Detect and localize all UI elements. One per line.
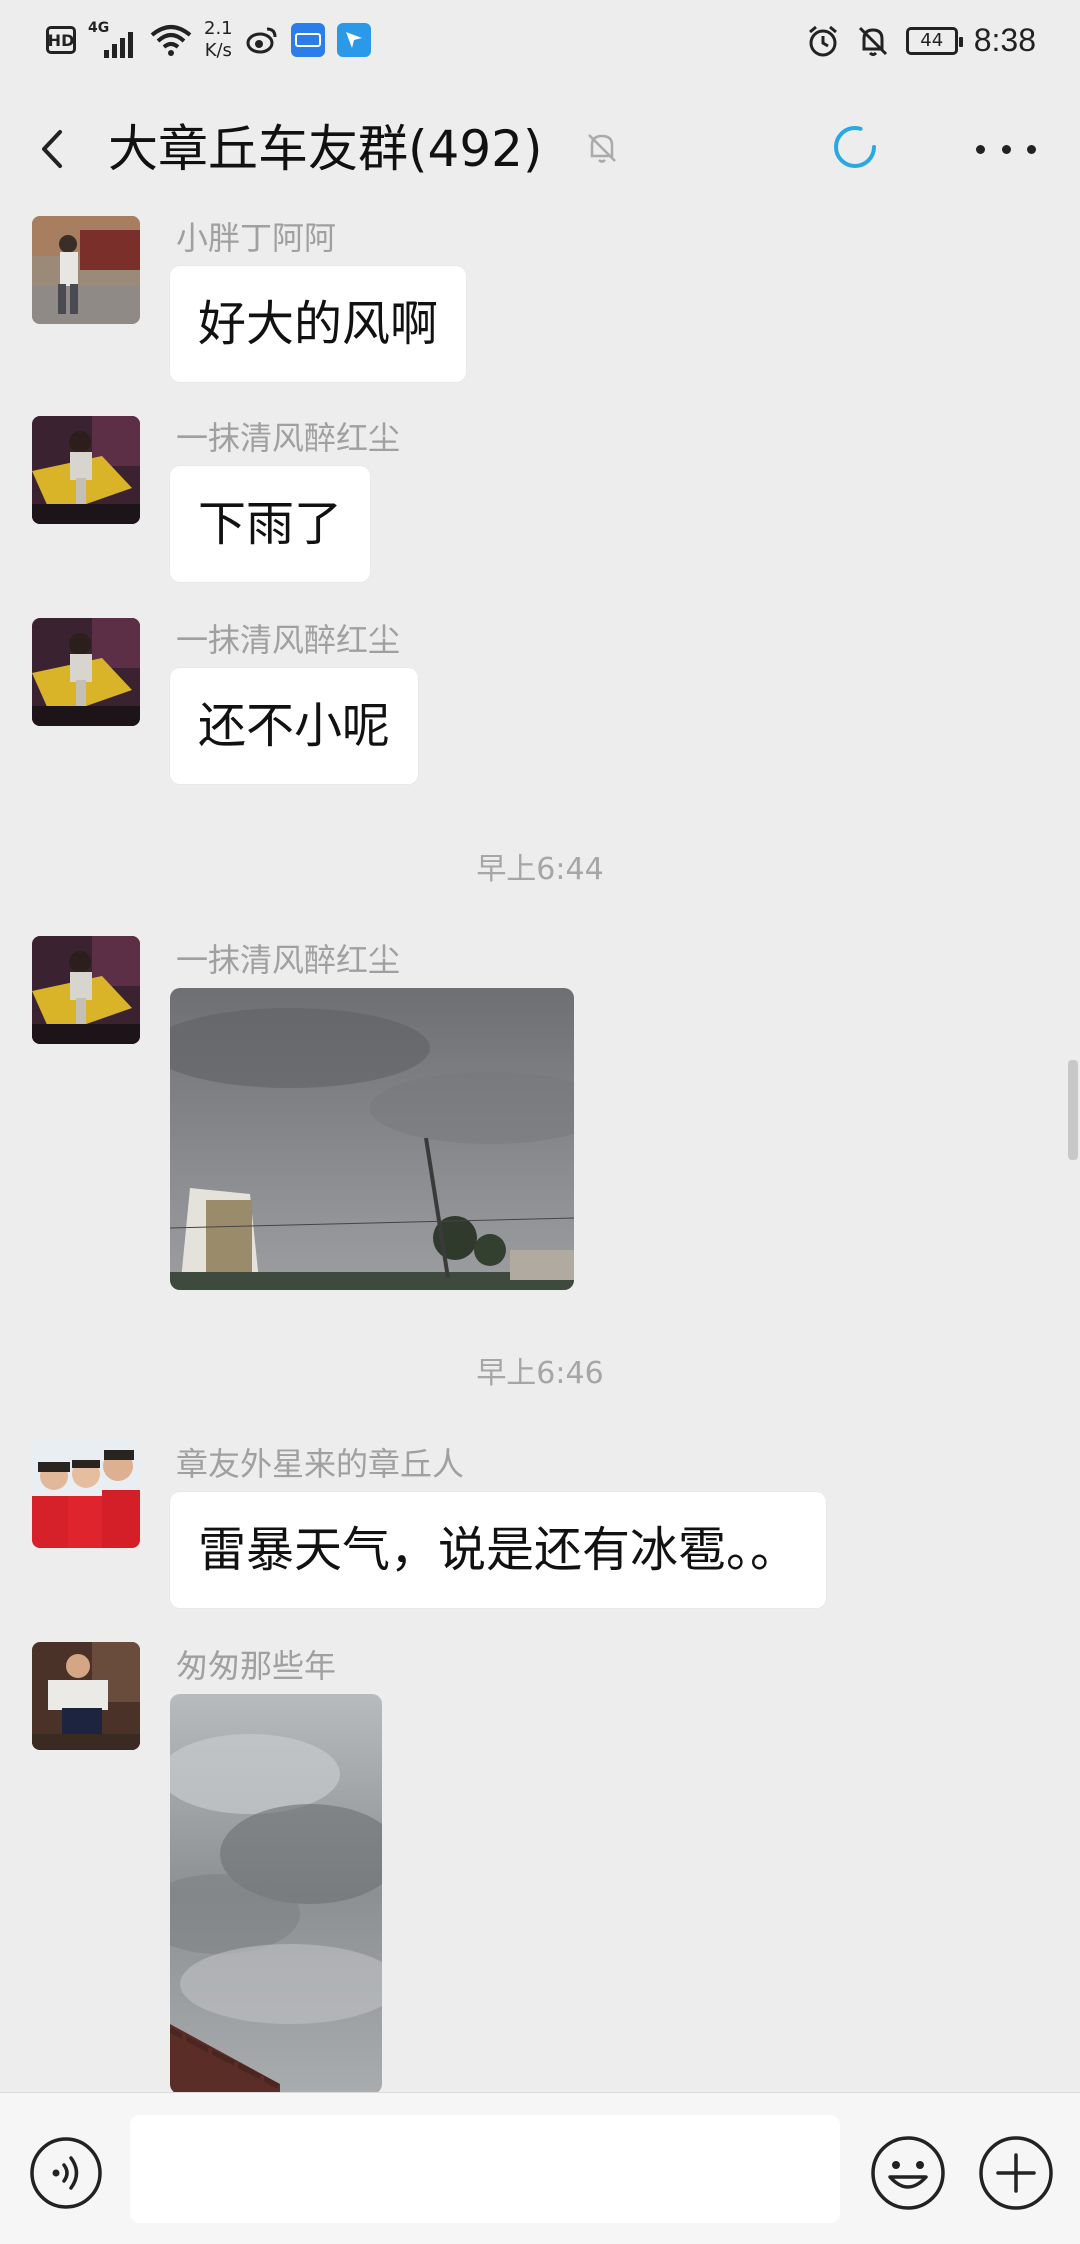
app-icon [336, 23, 371, 57]
bell-off-icon [858, 26, 887, 56]
loading-spinner-icon [834, 126, 876, 168]
image-message-cloudy-sky[interactable] [170, 1694, 382, 2092]
message-list[interactable]: 小胖丁阿阿 好大的风啊 一抹清风醉红尘 下雨了 一抹清风醉红尘 还不小呢 早上6… [0, 212, 1080, 2092]
avatar[interactable] [32, 1440, 140, 1548]
image-message-stormy-sky[interactable] [170, 988, 574, 1290]
sender-name: 小胖丁阿阿 [176, 219, 337, 257]
message-bubble[interactable]: 雷暴天气，说是还有冰雹。。 [170, 1492, 827, 1608]
chat-header: 大章丘车友群(492) [0, 86, 1080, 212]
timestamp-separator: 早上6:46 [476, 1356, 604, 1391]
weibo-icon [246, 27, 277, 54]
message-input[interactable] [130, 2115, 840, 2223]
more-actions-plus-button[interactable] [976, 2133, 1056, 2213]
sender-name: 一抹清风醉红尘 [176, 621, 401, 659]
chat-screen: HD 4G 2.1 K/s 44 8:38 大章丘车友群(492) 小胖丁阿阿 … [0, 0, 1080, 2244]
avatar[interactable] [32, 618, 140, 726]
avatar[interactable] [32, 416, 140, 524]
avatar[interactable] [32, 1642, 140, 1750]
dot-icon [1027, 144, 1036, 154]
avatar[interactable] [32, 936, 140, 1044]
hd-icon: HD [46, 26, 76, 54]
sender-name: 一抹清风醉红尘 [176, 941, 401, 979]
dot-icon [976, 144, 985, 154]
network-speed: 2.1 K/s [204, 18, 233, 62]
back-button[interactable] [30, 124, 80, 174]
timestamp-separator: 早上6:44 [476, 852, 604, 887]
status-left: HD 4G 2.1 K/s [46, 18, 371, 62]
status-time: 8:38 [973, 22, 1036, 58]
sender-name: 一抹清风醉红尘 [176, 419, 401, 457]
message-bubble[interactable]: 还不小呢 [170, 668, 419, 784]
status-right: 44 8:38 [806, 22, 1036, 59]
status-bar: HD 4G 2.1 K/s 44 8:38 [0, 0, 1080, 86]
wifi-icon [150, 25, 192, 56]
emoji-button[interactable] [868, 2133, 948, 2213]
more-options-button[interactable] [976, 126, 1036, 172]
avatar[interactable] [32, 216, 140, 324]
sender-name: 章友外星来的章丘人 [176, 1445, 465, 1483]
sender-name: 匆匆那些年 [176, 1647, 337, 1685]
speed-unit: K/s [204, 40, 232, 61]
battery-level: 44 [920, 30, 944, 51]
message-bubble[interactable]: 下雨了 [170, 466, 371, 582]
voice-input-button[interactable] [28, 2135, 104, 2211]
chat-title[interactable]: 大章丘车友群(492) [108, 114, 542, 184]
input-bar [0, 2092, 1080, 2244]
speed-value: 2.1 [204, 18, 233, 39]
scrollbar-thumb[interactable] [1068, 1060, 1078, 1160]
message-bubble[interactable]: 好大的风啊 [170, 266, 467, 382]
mute-bell-icon [588, 134, 616, 163]
signal-icon: 4G [88, 20, 138, 60]
alarm-icon [808, 25, 837, 56]
dot-icon [1001, 144, 1011, 154]
app-icon [290, 23, 325, 57]
battery-icon: 44 [905, 26, 963, 55]
